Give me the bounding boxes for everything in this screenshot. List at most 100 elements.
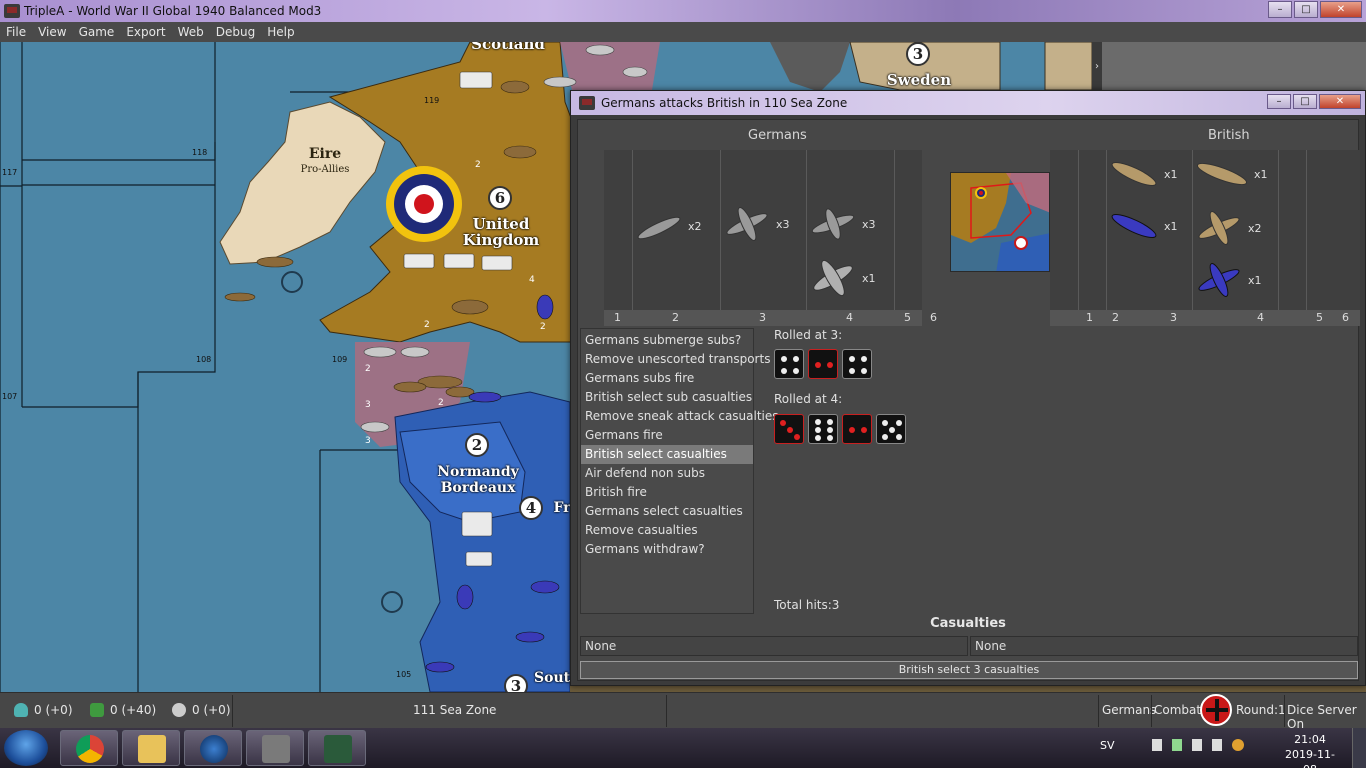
- die-pip: [882, 434, 888, 440]
- dice-column-label: 3: [1170, 311, 1177, 324]
- battle-step[interactable]: Germans withdraw?: [581, 540, 753, 559]
- dice-server-status: Dice Server On: [1287, 703, 1357, 731]
- start-button[interactable]: [4, 730, 48, 766]
- battle-step[interactable]: Germans fire: [581, 426, 753, 445]
- show-desktop-button[interactable]: [1352, 728, 1366, 768]
- die-pip: [827, 362, 833, 368]
- network-icon[interactable]: [1172, 739, 1182, 751]
- die-pip: [781, 356, 787, 362]
- cruiser-icon: [1111, 213, 1157, 239]
- dice-column-label: 1: [1086, 311, 1093, 324]
- sea-zone-label: 118: [192, 148, 208, 157]
- taskbar-clock[interactable]: 21:04 2019-11-08: [1280, 732, 1340, 768]
- attacker-unit-strategic-bomber: x1: [808, 254, 876, 302]
- die-pip: [882, 420, 888, 426]
- taskbar-app[interactable]: [184, 730, 242, 766]
- monitor-icon: [324, 735, 352, 763]
- unit-stack-count: 2: [424, 320, 430, 330]
- battle-step[interactable]: Remove sneak attack casualties: [581, 407, 779, 426]
- battle-step[interactable]: Air defend non subs: [581, 464, 753, 483]
- die-pip: [861, 368, 867, 374]
- battle-step[interactable]: British select sub casualties: [581, 388, 753, 407]
- battle-step[interactable]: Germans subs fire: [581, 369, 753, 388]
- carrier-icon: [1196, 162, 1248, 186]
- sea-zone-label: 119: [424, 96, 440, 105]
- battle-step[interactable]: Germans submerge subs?: [581, 331, 753, 350]
- unit-count: x1: [1248, 273, 1262, 287]
- dialog-minimize-button[interactable]: –: [1267, 94, 1291, 109]
- unit-stack-count: 2: [365, 364, 371, 374]
- menu-file[interactable]: File: [0, 25, 32, 39]
- system-tray-icons[interactable]: [1152, 739, 1252, 753]
- unit-count: x3: [776, 217, 790, 231]
- die-pip: [815, 419, 821, 425]
- fighter-icon: [1198, 211, 1240, 245]
- current-player: Germans: [1102, 703, 1157, 717]
- battle-step-active[interactable]: British select casualties: [581, 445, 753, 464]
- sea-zone-label: 107: [2, 392, 18, 401]
- taskbar-chrome[interactable]: [60, 730, 118, 766]
- minimap-scroll-arrow[interactable]: ›: [1092, 42, 1102, 92]
- maximize-button[interactable]: □: [1294, 1, 1318, 18]
- attacker-name: Germans: [748, 128, 807, 143]
- unit-count: x1: [1254, 167, 1268, 181]
- app-titlebar: TripleA - World War II Global 1940 Balan…: [0, 0, 1366, 22]
- die-miss: [876, 414, 906, 444]
- dialog-close-button[interactable]: ✕: [1319, 94, 1361, 109]
- total-hits: Total hits:3: [774, 598, 840, 612]
- battery-icon[interactable]: [1152, 739, 1162, 751]
- pu-value-uk: 6: [488, 186, 512, 210]
- dice-column-label: 5: [1316, 311, 1323, 324]
- menu-web[interactable]: Web: [172, 25, 210, 39]
- sea-zone-label: 105: [396, 670, 412, 679]
- tray-app-icon[interactable]: [1232, 739, 1244, 751]
- taskbar-monitor[interactable]: [308, 730, 366, 766]
- battle-step[interactable]: Remove unescorted transports: [581, 350, 770, 369]
- die-hit: [774, 414, 804, 444]
- unit-count: x2: [1248, 221, 1262, 235]
- minimize-button[interactable]: –: [1268, 1, 1292, 18]
- die-pip: [896, 434, 902, 440]
- menu-export[interactable]: Export: [120, 25, 171, 39]
- select-casualties-button[interactable]: British select 3 casualties: [580, 661, 1358, 679]
- die-pip: [861, 356, 867, 362]
- battle-step[interactable]: Germans select casualties: [581, 502, 753, 521]
- roll-label: Rolled at 4:: [774, 392, 843, 406]
- unit-count: x1: [1164, 167, 1178, 181]
- battle-step[interactable]: British fire: [581, 483, 753, 502]
- hovered-territory: 111 Sea Zone: [413, 703, 497, 717]
- defender-unit-cruiser: x1: [1108, 206, 1178, 246]
- defender-unit-carrier: x1: [1194, 154, 1268, 194]
- menu-view[interactable]: View: [32, 25, 72, 39]
- taskbar-triplea[interactable]: [246, 730, 304, 766]
- dialog-maximize-button[interactable]: □: [1293, 94, 1317, 109]
- menu-help[interactable]: Help: [261, 25, 300, 39]
- overview-minimap[interactable]: ›: [1092, 42, 1366, 92]
- die-miss: [774, 349, 804, 379]
- battle-step[interactable]: Remove casualties: [581, 521, 753, 540]
- menu-debug[interactable]: Debug: [210, 25, 261, 39]
- close-button[interactable]: ✕: [1320, 1, 1362, 18]
- window-title: TripleA - World War II Global 1940 Balan…: [24, 4, 322, 18]
- die-miss: [842, 349, 872, 379]
- battle-steps-list[interactable]: Germans submerge subs? Remove unescorted…: [580, 328, 779, 614]
- die-pip: [787, 427, 793, 433]
- volume-icon[interactable]: [1192, 739, 1202, 751]
- dice-column-label: 6: [1342, 311, 1349, 324]
- skull-icon: [172, 703, 186, 717]
- attacker-unit-fighter: x3: [722, 202, 790, 246]
- unit-count: x1: [1164, 219, 1178, 233]
- die-pip: [849, 427, 855, 433]
- defender-units-panel: x1 x1 x1 x2 x1: [1050, 150, 1360, 326]
- taskbar-explorer[interactable]: [122, 730, 180, 766]
- defender-name: British: [1208, 128, 1250, 143]
- defender-unit-fighter: x2: [1194, 206, 1262, 250]
- input-language[interactable]: SV: [1100, 739, 1115, 752]
- attacker-unit-tactical-bomber: x3: [808, 202, 876, 246]
- signal-icon[interactable]: [1212, 739, 1222, 751]
- dice-row: [774, 349, 872, 379]
- dice-column-label: 1: [614, 311, 621, 324]
- dice-column-label: 6: [930, 311, 937, 324]
- dice-column-label: 4: [846, 311, 853, 324]
- menu-game[interactable]: Game: [73, 25, 121, 39]
